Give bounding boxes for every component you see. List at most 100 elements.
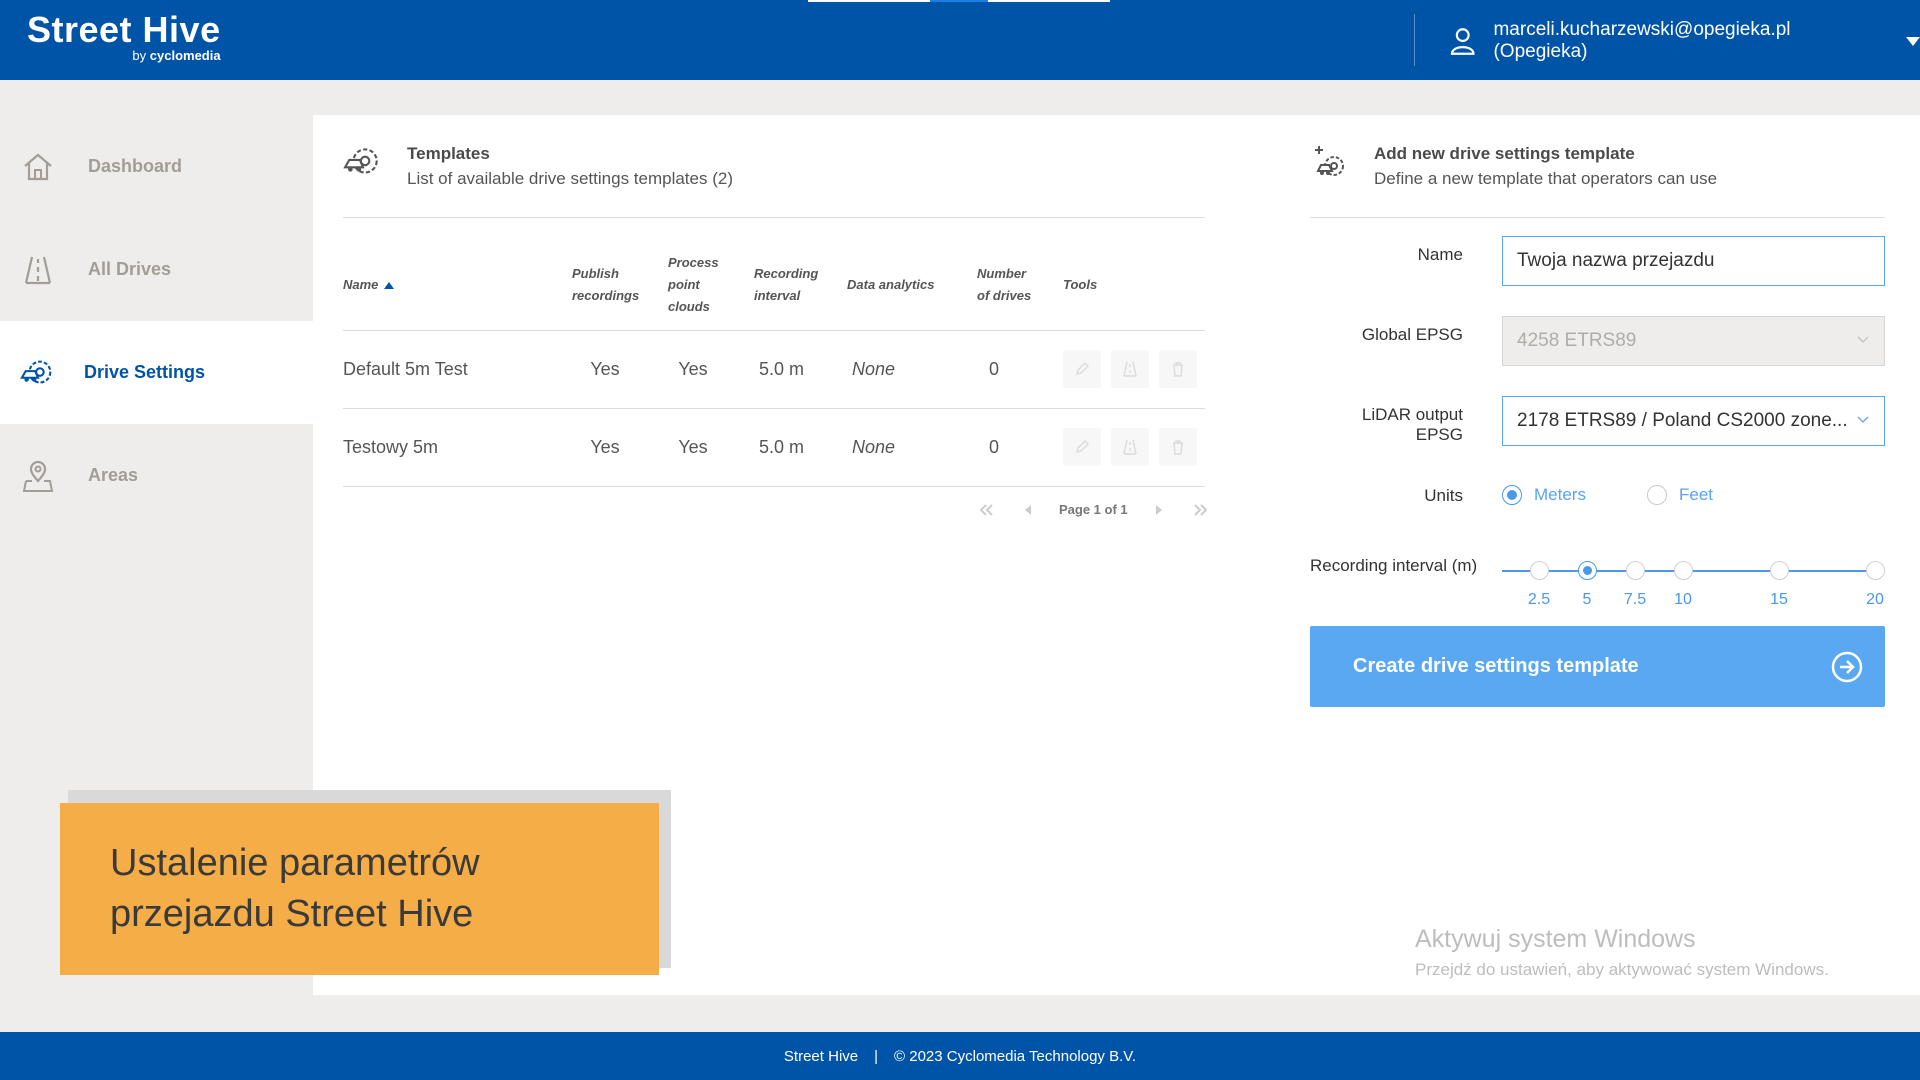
add-template-header: Add new drive settings template Define a… <box>1310 142 1717 192</box>
sidebar-item-dashboard[interactable]: Dashboard <box>0 115 313 218</box>
watermark-title: Aktywuj system Windows <box>1415 925 1696 953</box>
footer-separator: | <box>874 1047 879 1065</box>
home-icon <box>20 149 56 185</box>
units-option-label: Meters <box>1534 485 1586 504</box>
user-icon <box>1450 28 1475 55</box>
slider-stop[interactable] <box>1626 561 1645 580</box>
road-icon <box>20 252 56 288</box>
recording-interval-label: Recording interval (m) <box>1310 556 1478 575</box>
divider <box>1310 217 1885 218</box>
lidar-epsg-value: 2178 ETRS89 / Poland CS2000 zone... <box>1517 410 1848 431</box>
column-header-interval[interactable]: Recording interval <box>754 240 847 331</box>
footer: Street Hive | © 2023 Cyclomedia Technolo… <box>0 1032 1920 1080</box>
slider-stop[interactable] <box>1530 561 1549 580</box>
create-template-button[interactable]: Create drive settings template <box>1310 626 1885 707</box>
slider-tick-label: 2.5 <box>1527 591 1551 608</box>
trash-icon[interactable] <box>1159 428 1197 466</box>
cell-tools <box>1063 408 1205 487</box>
car-settings-icon <box>20 355 56 391</box>
slider-stop-selected[interactable] <box>1578 561 1597 580</box>
chevron-down-icon[interactable] <box>1856 415 1870 425</box>
previous-page-icon[interactable] <box>1007 504 1049 516</box>
road-icon[interactable] <box>1111 428 1149 466</box>
table-row[interactable]: Default 5m Test Yes Yes 5.0 m None 0 <box>343 330 1205 409</box>
cell-name: Default 5m Test <box>343 330 572 409</box>
logo-sub-brand: cyclomedia <box>149 48 221 63</box>
arrow-right-circle-icon <box>1831 651 1863 683</box>
slider-stop[interactable] <box>1770 561 1789 580</box>
cell-interval: 5.0 m <box>754 330 847 409</box>
templates-subtitle: List of available drive settings templat… <box>407 169 733 188</box>
name-label: Name <box>1417 245 1463 264</box>
cell-tools <box>1063 330 1205 409</box>
sidebar-item-areas[interactable]: Areas <box>0 424 313 527</box>
global-epsg-label: Global EPSG <box>1361 325 1463 344</box>
lidar-epsg-label: LiDAR output EPSG <box>1361 405 1463 444</box>
map-pin-icon <box>20 458 56 494</box>
sidebar-item-label: Drive Settings <box>84 362 206 382</box>
lidar-epsg-select[interactable]: 2178 ETRS89 / Poland CS2000 zone... <box>1502 396 1885 446</box>
sort-ascending-icon[interactable] <box>384 281 395 289</box>
cell-process: Yes <box>668 408 754 487</box>
column-header-name[interactable]: Name <box>343 240 572 331</box>
slider-tick-label: 7.5 <box>1623 591 1647 608</box>
user-email: marceli.kucharzewski@opegieka.pl (Opegie… <box>1493 19 1791 62</box>
app-logo[interactable]: Street Hive by cyclomedia <box>27 9 221 64</box>
add-template-subtitle: Define a new template that operators can… <box>1374 169 1718 188</box>
add-car-settings-icon <box>1310 144 1354 188</box>
caption-line-1: Ustalenie parametrów <box>110 842 480 884</box>
cell-publish: Yes <box>572 330 668 409</box>
table-header-row: Name Publish recordings Process point cloud… <box>343 240 1205 331</box>
edit-icon[interactable] <box>1063 428 1101 466</box>
car-settings-icon <box>343 144 387 188</box>
units-label: Units <box>1424 486 1463 505</box>
chevron-down-icon[interactable] <box>1906 36 1920 46</box>
units-radio-feet[interactable]: Feet <box>1647 485 1713 505</box>
caption-line-2: przejazdu Street Hive <box>110 893 474 935</box>
cell-analytics: None <box>847 408 977 487</box>
sidebar-item-label: Areas <box>88 465 139 485</box>
logo-title: Street Hive <box>27 9 221 50</box>
units-radio-meters[interactable]: Meters <box>1502 485 1586 505</box>
slider-tick-label: 10 <box>1674 591 1692 608</box>
column-header-analytics[interactable]: Data analytics <box>847 240 977 331</box>
radio-unselected-icon[interactable] <box>1647 485 1667 505</box>
column-header-drives[interactable]: Number of drives <box>977 240 1063 331</box>
cell-process: Yes <box>668 330 754 409</box>
road-icon[interactable] <box>1111 350 1149 388</box>
slider-stop[interactable] <box>1866 561 1885 580</box>
windows-activation-watermark: Aktywuj system Windows Przejdź do ustawi… <box>1415 922 1829 984</box>
add-template-title: Add new drive settings template <box>1374 144 1635 163</box>
first-page-icon[interactable] <box>965 503 1007 516</box>
last-page-icon[interactable] <box>1180 503 1222 516</box>
slider-stop[interactable] <box>1674 561 1693 580</box>
watermark-subtitle: Przejdź do ustawień, aby aktywować syste… <box>1415 960 1829 979</box>
cell-name: Testowy 5m <box>343 408 572 487</box>
table-row[interactable]: Testowy 5m Yes Yes 5.0 m None 0 <box>343 408 1205 487</box>
global-epsg-value: 4258 ETRS89 <box>1517 330 1637 351</box>
cell-drives: 0 <box>977 330 1063 409</box>
sidebar: Dashboard All Drives Drive Settings Area… <box>0 115 313 527</box>
header-divider <box>1414 14 1415 66</box>
chevron-down-icon <box>1857 336 1869 344</box>
sidebar-item-all-drives[interactable]: All Drives <box>0 218 313 321</box>
user-menu[interactable]: marceli.kucharzewski@opegieka.pl (Opegie… <box>1450 19 1920 62</box>
sidebar-item-drive-settings[interactable]: Drive Settings <box>0 321 313 424</box>
name-input[interactable]: Twoja nazwa przejazdu <box>1502 236 1885 286</box>
next-page-icon[interactable] <box>1138 504 1180 516</box>
slider-tick-label: 15 <box>1770 591 1788 608</box>
edit-icon[interactable] <box>1063 350 1101 388</box>
logo-sub-prefix: by <box>132 48 150 63</box>
column-header-process[interactable]: Process point clouds <box>668 240 754 331</box>
trash-icon[interactable] <box>1159 350 1197 388</box>
cell-interval: 5.0 m <box>754 408 847 487</box>
top-bar: Street Hive by cyclomedia marceli.kuchar… <box>0 0 1920 80</box>
column-header-tools: Tools <box>1063 240 1205 331</box>
footer-app-name: Street Hive <box>783 1047 859 1065</box>
templates-table: Name Publish recordings Process point cloud… <box>343 240 1205 487</box>
column-header-publish[interactable]: Publish recordings <box>572 240 668 331</box>
caption-box: Ustalenie parametrów przejazdu Street Hi… <box>60 803 659 975</box>
units-option-label: Feet <box>1679 485 1714 504</box>
radio-selected-icon[interactable] <box>1502 485 1522 505</box>
divider <box>343 217 1205 218</box>
